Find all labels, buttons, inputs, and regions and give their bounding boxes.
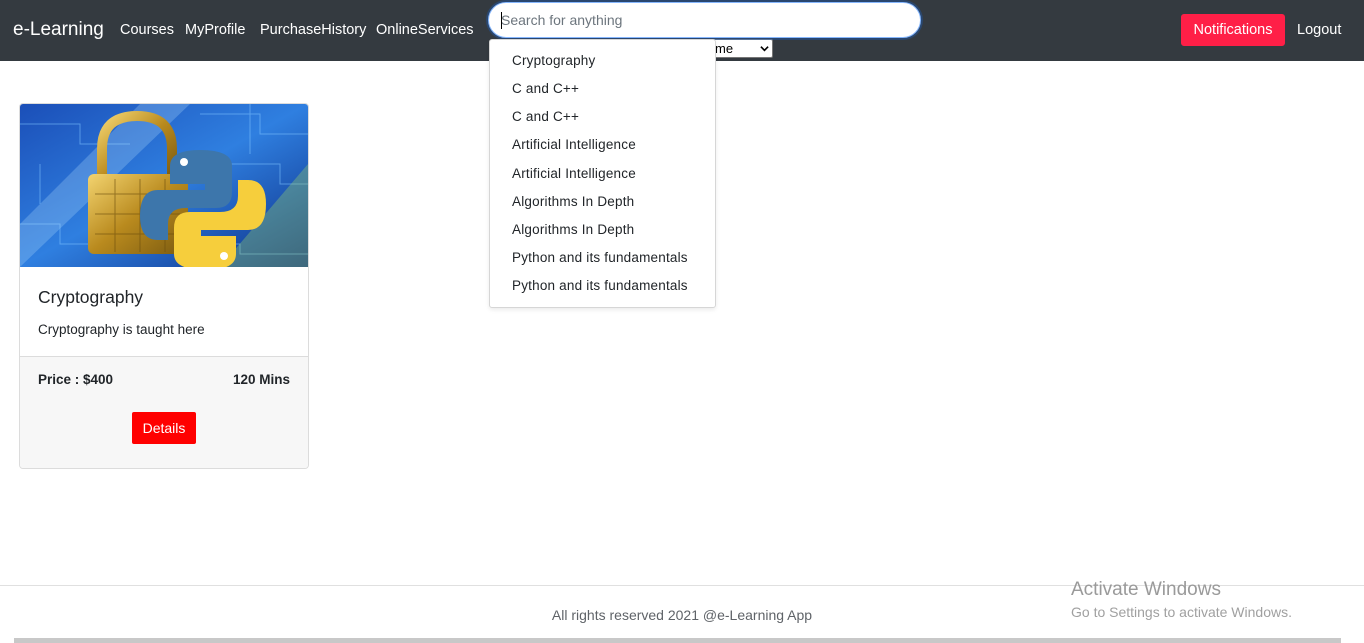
nav-link-online-services[interactable]: OnlineServices bbox=[376, 22, 474, 38]
notifications-button[interactable]: Notifications bbox=[1181, 14, 1285, 46]
nav-link-purchase-history[interactable]: PurchaseHistory bbox=[260, 22, 366, 38]
details-button[interactable]: Details bbox=[132, 412, 196, 444]
suggestion-item[interactable]: Algorithms In Depth bbox=[512, 194, 634, 209]
suggestion-item[interactable]: Artificial Intelligence bbox=[512, 137, 636, 152]
activate-windows-title: Activate Windows bbox=[1071, 579, 1221, 600]
logout-link[interactable]: Logout bbox=[1297, 22, 1341, 38]
nav-link-myprofile[interactable]: MyProfile bbox=[185, 22, 245, 38]
course-title: Cryptography bbox=[38, 287, 144, 307]
course-price: Price : $400 bbox=[38, 372, 114, 387]
chevron-down-icon bbox=[760, 46, 769, 52]
activate-windows-subtitle: Go to Settings to activate Windows. bbox=[1071, 604, 1292, 620]
nav-link-courses[interactable]: Courses bbox=[120, 22, 174, 38]
sort-select-value: me bbox=[715, 41, 734, 56]
brand-logo[interactable]: e-Learning bbox=[13, 19, 104, 41]
course-description: Cryptography is taught here bbox=[38, 322, 205, 337]
suggestion-item[interactable]: Artificial Intelligence bbox=[512, 166, 636, 181]
suggestion-item[interactable]: C and C++ bbox=[512, 109, 579, 124]
course-card-footer: Price : $400 120 Mins Details bbox=[20, 356, 308, 468]
search-input[interactable] bbox=[488, 2, 921, 38]
course-card: Cryptography Cryptography is taught here… bbox=[19, 103, 309, 469]
course-duration: 120 Mins bbox=[232, 372, 290, 387]
suggestion-item[interactable]: Python and its fundamentals bbox=[512, 250, 688, 265]
suggestion-item[interactable]: C and C++ bbox=[512, 81, 579, 96]
suggestion-item[interactable]: Algorithms In Depth bbox=[512, 222, 634, 237]
horizontal-scrollbar[interactable] bbox=[14, 638, 1341, 643]
suggestion-item[interactable]: Cryptography bbox=[512, 53, 595, 68]
text-caret bbox=[501, 12, 502, 29]
suggestion-item[interactable]: Python and its fundamentals bbox=[512, 278, 688, 293]
course-image bbox=[20, 104, 308, 267]
search-suggestions-dropdown: Cryptography C and C++ C and C++ Artific… bbox=[489, 39, 716, 308]
